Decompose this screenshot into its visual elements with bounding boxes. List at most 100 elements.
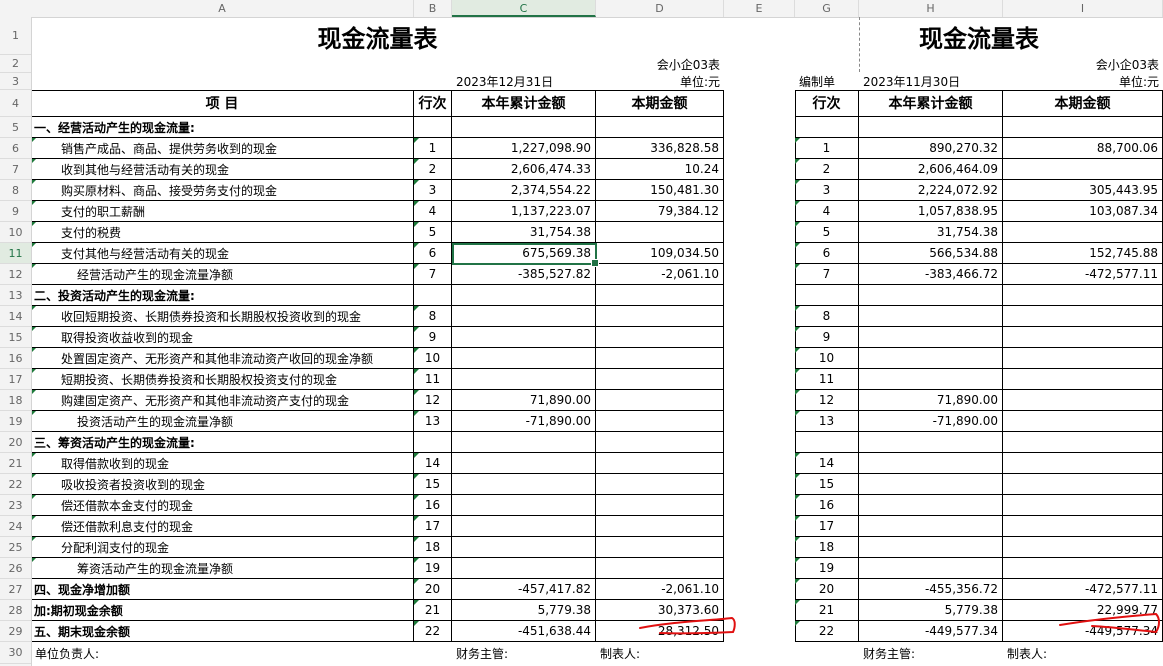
period-amount-right[interactable]: -472,577.11: [1003, 264, 1163, 285]
ytd-amount-right[interactable]: 890,270.32: [859, 138, 1003, 159]
item-label[interactable]: 偿还借款利息支付的现金: [31, 516, 414, 537]
line-number-right[interactable]: 3: [795, 180, 859, 201]
ytd-amount-right[interactable]: -449,577.34: [859, 621, 1003, 642]
line-number-left[interactable]: 21: [414, 600, 452, 621]
column-header-g[interactable]: G: [795, 0, 859, 17]
row-header-20[interactable]: 20: [0, 432, 31, 453]
period-amount-left[interactable]: -2,061.10: [596, 579, 724, 600]
item-label[interactable]: 收回短期投资、长期债券投资和长期股权投资收到的现金: [31, 306, 414, 327]
ytd-amount-left[interactable]: [452, 327, 596, 348]
column-header-b[interactable]: B: [414, 0, 452, 17]
ytd-amount-right[interactable]: 2,606,464.09: [859, 159, 1003, 180]
item-label[interactable]: 取得借款收到的现金: [31, 453, 414, 474]
item-label[interactable]: 二、投资活动产生的现金流量:: [31, 285, 414, 306]
row-header-12[interactable]: 12: [0, 264, 31, 285]
period-amount-right[interactable]: [1003, 537, 1163, 558]
period-amount-right[interactable]: [1003, 495, 1163, 516]
ytd-amount-left[interactable]: [452, 369, 596, 390]
ytd-amount-right[interactable]: [859, 432, 1003, 453]
row-header-29[interactable]: 29: [0, 621, 31, 642]
line-number-right[interactable]: [795, 117, 859, 138]
ytd-amount-left[interactable]: [452, 495, 596, 516]
period-amount-left[interactable]: [596, 348, 724, 369]
period-amount-left[interactable]: [596, 495, 724, 516]
item-label[interactable]: 处置固定资产、无形资产和其他非流动资产收回的现金净额: [31, 348, 414, 369]
line-number-left[interactable]: 6: [414, 243, 452, 264]
line-number-left[interactable]: [414, 285, 452, 306]
period-amount-left[interactable]: [596, 369, 724, 390]
period-amount-right[interactable]: -472,577.11: [1003, 579, 1163, 600]
column-header-e[interactable]: E: [724, 0, 795, 17]
item-label[interactable]: 一、经营活动产生的现金流量:: [31, 117, 414, 138]
row-header-28[interactable]: 28: [0, 600, 31, 621]
period-amount-left[interactable]: 150,481.30: [596, 180, 724, 201]
line-number-left[interactable]: 7: [414, 264, 452, 285]
period-amount-left[interactable]: [596, 327, 724, 348]
row-header-5[interactable]: 5: [0, 117, 31, 138]
line-number-left[interactable]: 22: [414, 621, 452, 642]
item-label[interactable]: 投资活动产生的现金流量净额: [31, 411, 414, 432]
line-number-left[interactable]: 11: [414, 369, 452, 390]
period-amount-left[interactable]: 336,828.58: [596, 138, 724, 159]
item-label[interactable]: 收到其他与经营活动有关的现金: [31, 159, 414, 180]
line-number-right[interactable]: 2: [795, 159, 859, 180]
period-amount-left[interactable]: 109,034.50: [596, 243, 724, 264]
row-header-1[interactable]: 1: [0, 17, 31, 55]
line-number-right[interactable]: 20: [795, 579, 859, 600]
ytd-amount-right[interactable]: [859, 558, 1003, 579]
ytd-amount-left[interactable]: [452, 348, 596, 369]
ytd-amount-right[interactable]: [859, 516, 1003, 537]
period-amount-right[interactable]: 152,745.88: [1003, 243, 1163, 264]
period-amount-right[interactable]: [1003, 117, 1163, 138]
ytd-amount-left[interactable]: -457,417.82: [452, 579, 596, 600]
item-label[interactable]: 经营活动产生的现金流量净额: [31, 264, 414, 285]
line-number-left[interactable]: 9: [414, 327, 452, 348]
period-amount-right[interactable]: 88,700.06: [1003, 138, 1163, 159]
line-number-left[interactable]: 3: [414, 180, 452, 201]
period-amount-right[interactable]: [1003, 222, 1163, 243]
row-header-11[interactable]: 11: [0, 243, 31, 264]
line-number-right[interactable]: 1: [795, 138, 859, 159]
row-header-2[interactable]: 2: [0, 55, 31, 73]
period-amount-left[interactable]: 79,384.12: [596, 201, 724, 222]
item-label[interactable]: 偿还借款本金支付的现金: [31, 495, 414, 516]
ytd-amount-left[interactable]: [452, 537, 596, 558]
row-header-25[interactable]: 25: [0, 537, 31, 558]
row-header-14[interactable]: 14: [0, 306, 31, 327]
period-amount-left[interactable]: [596, 117, 724, 138]
period-amount-left[interactable]: [596, 411, 724, 432]
ytd-amount-left[interactable]: [452, 453, 596, 474]
period-amount-right[interactable]: [1003, 327, 1163, 348]
ytd-amount-right[interactable]: 31,754.38: [859, 222, 1003, 243]
row-header-10[interactable]: 10: [0, 222, 31, 243]
item-label[interactable]: 支付其他与经营活动有关的现金: [31, 243, 414, 264]
line-number-right[interactable]: 9: [795, 327, 859, 348]
ytd-amount-right[interactable]: 566,534.88: [859, 243, 1003, 264]
item-label[interactable]: 四、现金净增加额: [31, 579, 414, 600]
ytd-amount-left[interactable]: [452, 117, 596, 138]
ytd-amount-left[interactable]: [452, 474, 596, 495]
ytd-amount-left[interactable]: [452, 285, 596, 306]
line-number-right[interactable]: 17: [795, 516, 859, 537]
period-amount-left[interactable]: 10.24: [596, 159, 724, 180]
line-number-right[interactable]: 8: [795, 306, 859, 327]
line-number-left[interactable]: 15: [414, 474, 452, 495]
period-amount-right[interactable]: [1003, 411, 1163, 432]
ytd-amount-right[interactable]: [859, 117, 1003, 138]
ytd-amount-left[interactable]: 31,754.38: [452, 222, 596, 243]
ytd-amount-left[interactable]: 71,890.00: [452, 390, 596, 411]
row-header-26[interactable]: 26: [0, 558, 31, 579]
item-label[interactable]: 购建固定资产、无形资产和其他非流动资产支付的现金: [31, 390, 414, 411]
ytd-amount-right[interactable]: -383,466.72: [859, 264, 1003, 285]
line-number-right[interactable]: 6: [795, 243, 859, 264]
ytd-amount-right[interactable]: 1,057,838.95: [859, 201, 1003, 222]
item-label[interactable]: 支付的职工薪酬: [31, 201, 414, 222]
ytd-amount-right[interactable]: 2,224,072.92: [859, 180, 1003, 201]
row-header-27[interactable]: 27: [0, 579, 31, 600]
line-number-right[interactable]: 5: [795, 222, 859, 243]
line-number-left[interactable]: [414, 432, 452, 453]
row-header-17[interactable]: 17: [0, 369, 31, 390]
item-label[interactable]: 三、筹资活动产生的现金流量:: [31, 432, 414, 453]
line-number-right[interactable]: 11: [795, 369, 859, 390]
period-amount-right[interactable]: 305,443.95: [1003, 180, 1163, 201]
